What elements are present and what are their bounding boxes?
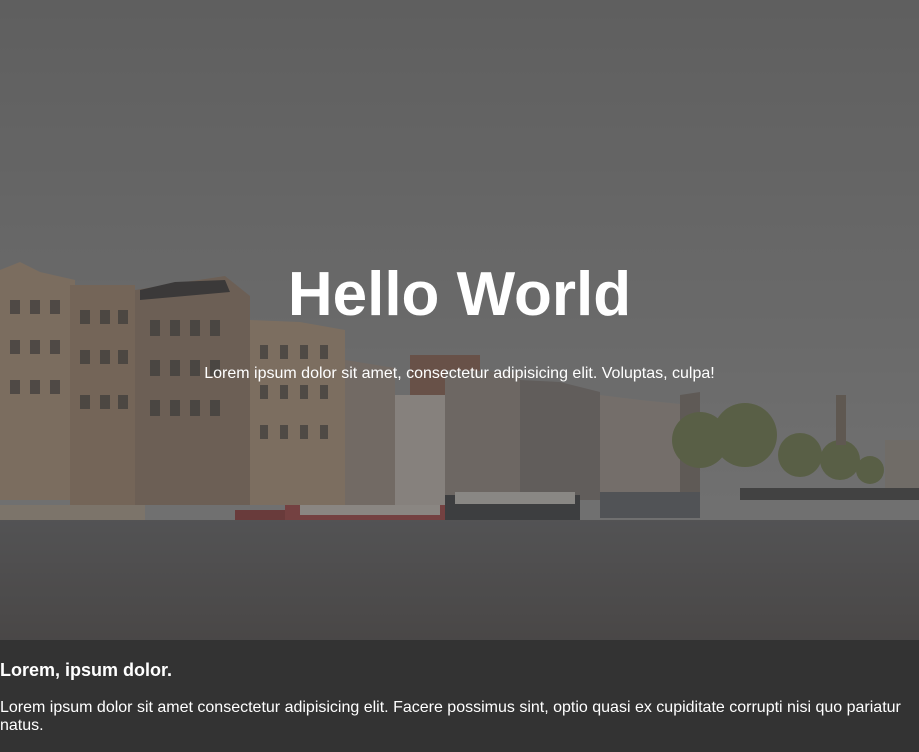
info-section [0, 640, 919, 752]
hero-content: Hello World Lorem ipsum dolor sit amet, … [0, 0, 919, 640]
info-heading: Lorem, ipsum dolor. [0, 660, 173, 680]
info-paragraph: Lorem ipsum dolor sit amet consectetur a… [0, 699, 901, 734]
hero-title: Hello World [287, 260, 632, 329]
hero-section: Hello World Lorem ipsum dolor sit amet, … [0, 0, 919, 640]
hero-subtitle: Lorem ipsum dolor sit amet, consectetur … [204, 365, 715, 382]
